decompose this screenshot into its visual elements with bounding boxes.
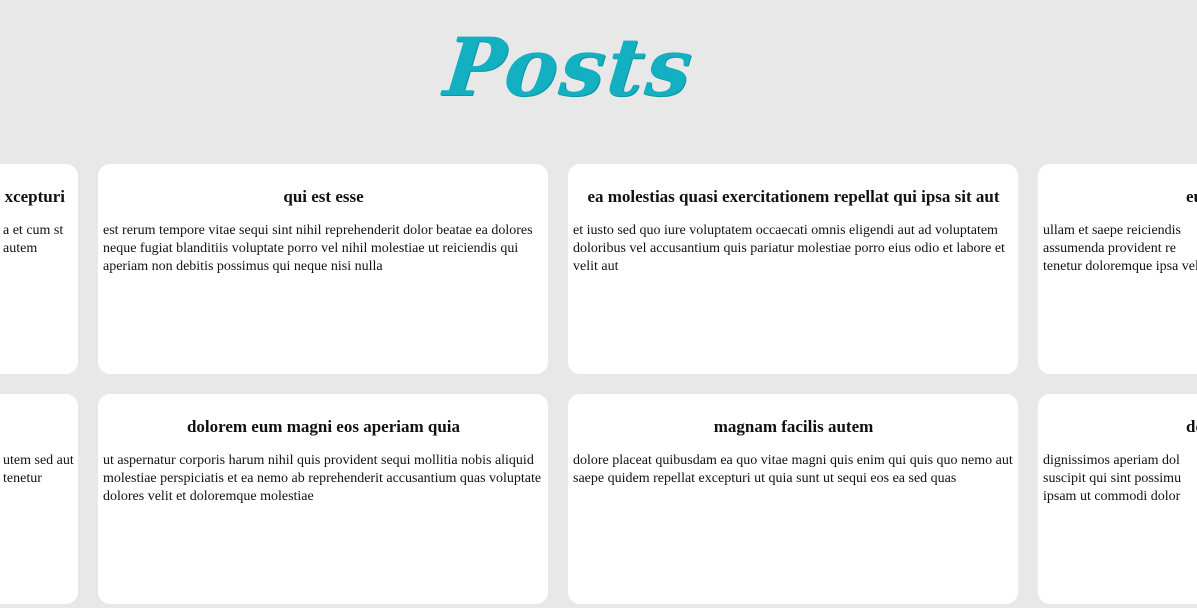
post-title: ea molestias quasi exercitationem repell…	[587, 187, 1000, 206]
post-card[interactable]: dolor dignissimos aperiam dol suscipit q…	[1038, 394, 1197, 604]
page-title: Posts	[440, 20, 699, 114]
post-body: est rerum tempore vitae sequi sint nihil…	[103, 223, 533, 274]
post-title: eu	[1186, 187, 1197, 206]
post-title: dolorem eum magni eos aperiam quia	[186, 417, 461, 436]
post-card[interactable]: dolorem eum magni eos aperiam quia ut as…	[98, 394, 548, 604]
post-body: ut aspernatur corporis harum nihil quis …	[103, 453, 542, 504]
post-body: et iusto sed quo iure voluptatem occaeca…	[573, 223, 1005, 274]
post-card[interactable]: ea molestias quasi exercitationem repell…	[568, 164, 1018, 374]
post-card[interactable]: qui est esse est rerum tempore vitae seq…	[98, 164, 548, 374]
post-title: xcepturi	[4, 187, 65, 206]
posts-page: Posts xcepturi a et cum st autem qui est…	[0, 0, 1197, 608]
post-card[interactable]: magnam facilis autem dolore placeat quib…	[568, 394, 1018, 604]
post-body: utem sed aut tenetur	[3, 453, 74, 486]
post-title: dolor	[1186, 417, 1197, 436]
post-title: qui est esse	[283, 187, 364, 206]
post-title: magnam facilis autem	[713, 417, 874, 436]
post-body: dignissimos aperiam dol suscipit qui sin…	[1043, 453, 1182, 504]
post-card[interactable]: eu ullam et saepe reiciendis assumenda p…	[1038, 164, 1197, 374]
post-card[interactable]: utem sed aut tenetur	[0, 394, 78, 604]
post-body: a et cum st autem	[3, 223, 64, 256]
post-body: ullam et saepe reiciendis assumenda prov…	[1043, 223, 1197, 274]
post-card[interactable]: xcepturi a et cum st autem	[0, 164, 78, 374]
post-title	[0, 416, 74, 438]
post-body: dolore placeat quibusdam ea quo vitae ma…	[573, 453, 1013, 486]
